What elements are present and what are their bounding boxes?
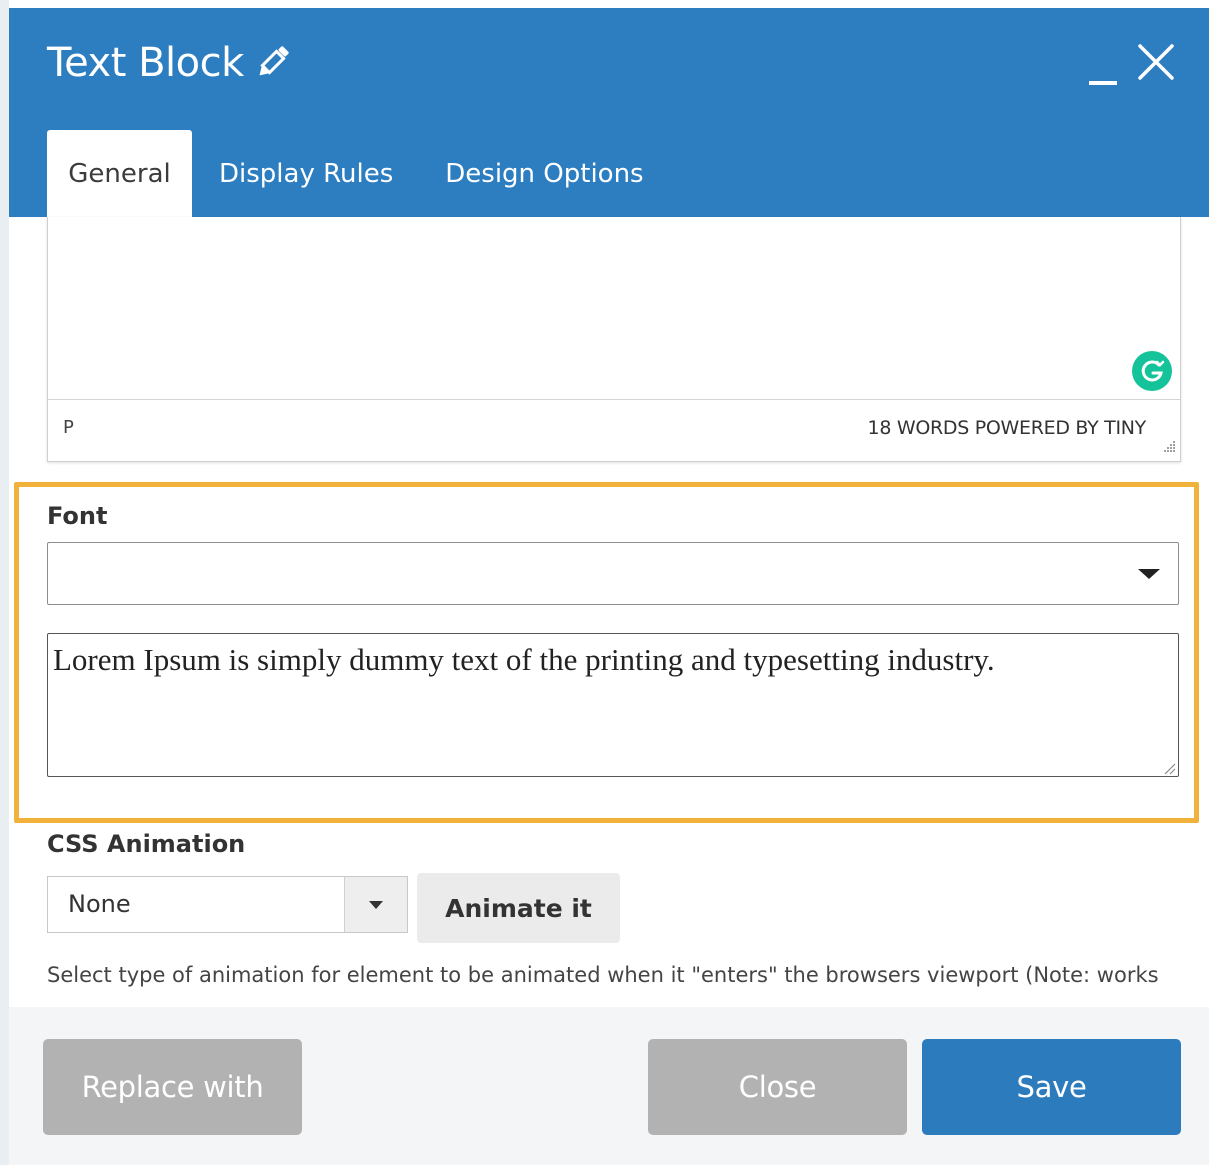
tab-design-options[interactable]: Design Options — [419, 130, 669, 217]
tab-general[interactable]: General — [47, 130, 192, 217]
tab-display-rules[interactable]: Display Rules — [192, 130, 419, 217]
css-animation-label: CSS Animation — [47, 830, 246, 858]
minimize-icon[interactable] — [1085, 52, 1119, 92]
font-preview-textarea[interactable]: Lorem Ipsum is simply dummy text of the … — [47, 633, 1179, 777]
tab-display-rules-label: Display Rules — [219, 158, 394, 189]
dialog-title-text: Text Block — [47, 40, 244, 86]
page: Text Block General Display Rules Design … — [0, 0, 1209, 1165]
dropdown-toggle[interactable] — [344, 877, 407, 932]
resize-handle-icon[interactable] — [1160, 439, 1176, 455]
grammarly-icon[interactable] — [1132, 351, 1172, 391]
dialog-title: Text Block — [47, 40, 294, 86]
replace-with-button[interactable]: Replace with — [43, 1039, 302, 1135]
rich-text-editor[interactable]: P 18 WORDS POWERED BY TINY — [47, 217, 1181, 462]
chevron-down-icon — [369, 901, 383, 909]
css-animation-select[interactable]: None — [47, 876, 408, 933]
text-block-dialog: Text Block General Display Rules Design … — [9, 8, 1209, 1165]
font-select[interactable] — [47, 542, 1179, 605]
pencil-icon[interactable] — [252, 41, 294, 83]
close-icon[interactable] — [1136, 42, 1176, 82]
chevron-down-icon — [1138, 569, 1160, 579]
dialog-footer: Replace with Close Save — [9, 1007, 1209, 1165]
save-button[interactable]: Save — [922, 1039, 1181, 1135]
close-button[interactable]: Close — [648, 1039, 907, 1135]
word-count[interactable]: 18 WORDS POWERED BY TINY — [868, 417, 1147, 439]
tab-bar: General Display Rules Design Options — [47, 130, 670, 217]
tab-general-label: General — [68, 158, 171, 189]
tab-design-options-label: Design Options — [445, 158, 644, 189]
editor-statusbar: P 18 WORDS POWERED BY TINY — [48, 399, 1180, 461]
background-strip — [0, 0, 9, 1165]
css-animation-help: Select type of animation for element to … — [47, 963, 1159, 987]
css-animation-value: None — [68, 890, 131, 918]
font-preview-text: Lorem Ipsum is simply dummy text of the … — [53, 642, 995, 677]
animate-it-button[interactable]: Animate it — [417, 873, 620, 943]
dialog-header: Text Block General Display Rules Design … — [9, 8, 1209, 217]
element-path[interactable]: P — [63, 417, 74, 438]
font-label: Font — [47, 502, 108, 530]
textarea-resize-icon[interactable] — [1162, 760, 1176, 775]
